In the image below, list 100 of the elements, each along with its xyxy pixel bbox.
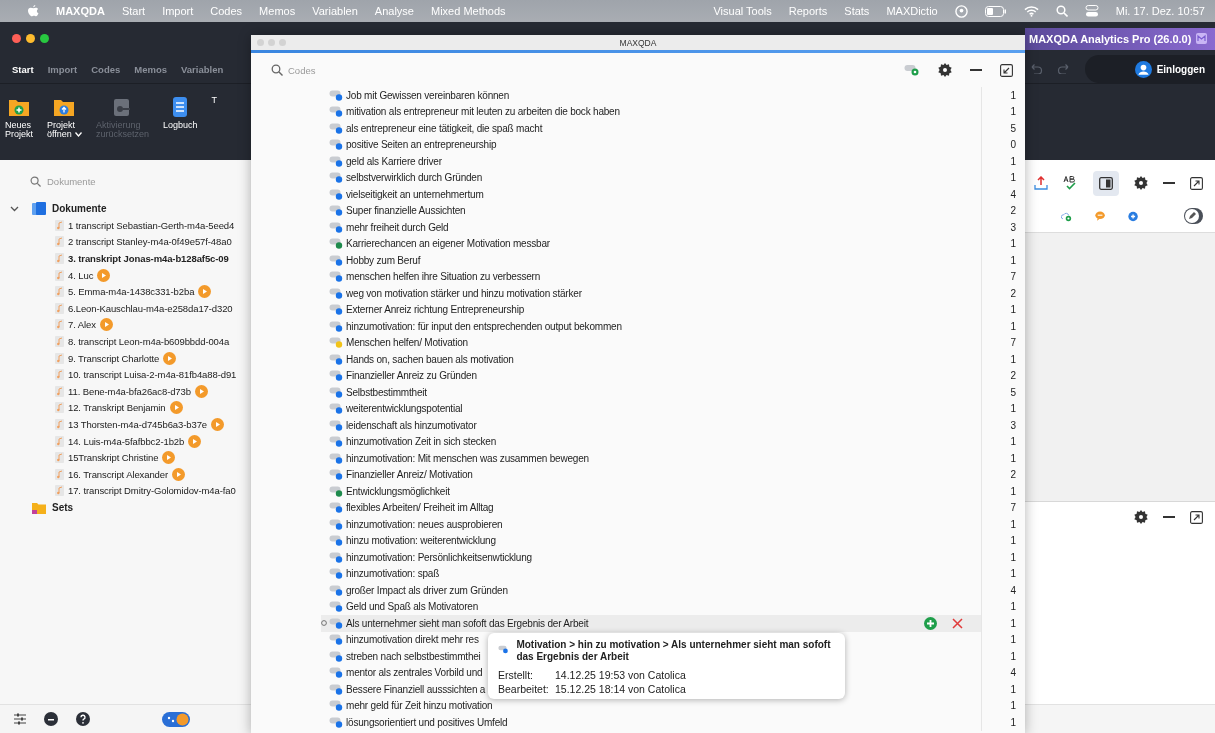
code-count: 3	[1010, 221, 1016, 233]
code-name: Hobby zum Beruf	[346, 254, 421, 266]
code-name: mitivation als entrepreneur mit leuten zu arbeiten die bock haben	[346, 106, 620, 118]
code-row[interactable]: Finanzieller Anreiz/ Motivation	[321, 466, 982, 483]
ribbon-tab[interactable]: Import	[47, 63, 78, 75]
code-row[interactable]: Entwicklungsmöglichkeit	[321, 483, 982, 500]
code-count: 1	[1010, 650, 1016, 662]
code-name: lösungsorientiert und positives Umfeld	[346, 716, 508, 728]
code-row[interactable]: hinzumotivation: spaß	[321, 565, 982, 582]
code-name: Selbstbestimmtheit	[346, 386, 427, 398]
code-name: vielseitigkeit an unternehmertum	[346, 188, 484, 200]
document-item[interactable]: 9. Transcript Charlotte	[68, 352, 160, 364]
tree-item[interactable]: Sets	[52, 502, 74, 514]
document-item[interactable]: 1 transcript Sebastian-Gerth-m4a-5eed4	[68, 219, 235, 231]
search-field[interactable]: Codes	[288, 64, 438, 76]
ribbon-tab[interactable]: Start	[12, 63, 34, 75]
code-row[interactable]: Als unternehmer sieht man sofoft das Ergebnis der Arbeit	[321, 615, 982, 632]
code-name: weiterentwicklungspotential	[346, 403, 463, 415]
code-name: geld als Karriere driver	[346, 155, 442, 167]
code-row[interactable]: hinzu motivation: weiterentwicklung	[321, 532, 982, 549]
code-row[interactable]: selbstverwirklich durch Gründen	[321, 169, 982, 186]
document-item[interactable]: 15Transkript Christine	[68, 452, 159, 464]
code-count: 1	[1010, 353, 1016, 365]
code-row[interactable]: menschen helfen ihre Situation zu verbessern	[321, 268, 982, 285]
code-count: 2	[1010, 287, 1016, 299]
document-item[interactable]: 10. transcript Luisa-2-m4a-81fb4a88-d91	[68, 369, 237, 381]
code-name: hinzumotivation direkt mehr res	[346, 634, 479, 646]
code-row[interactable]: als entrepreneur eine tätigkeit, die spaß macht	[321, 120, 982, 137]
ribbon-tab[interactable]: Variablen	[181, 63, 224, 75]
code-row[interactable]: leidenschaft als hinzumotivator	[321, 417, 982, 434]
ribbon-tab[interactable]: Codes	[91, 63, 121, 75]
code-count: 0	[1010, 139, 1016, 151]
ribbon-button[interactable]: Logbuch	[160, 96, 200, 131]
code-count: 5	[1010, 122, 1016, 134]
code-name: Externer Anreiz richtung Entrepreneurship	[346, 304, 524, 316]
code-name: Entwicklungsmöglichkeit	[346, 485, 450, 497]
code-row[interactable]: weg von motivation stärker und hinzu motivation stärker	[321, 285, 982, 302]
code-name: Job mit Gewissen vereinbaren können	[346, 89, 510, 101]
tooltip-label: Erstellt:	[498, 669, 534, 681]
code-row[interactable]: Super finanzielle Aussichten	[321, 202, 982, 219]
code-count: 1	[1010, 403, 1016, 415]
code-row[interactable]: hinzumotivation: neues ausprobieren	[321, 516, 982, 533]
code-name: Bessere Finanziell ausssichten a	[346, 683, 486, 695]
code-row[interactable]: großer Impact als driver zum Gründen	[321, 582, 982, 599]
ribbon-tab[interactable]: Memos	[134, 63, 167, 75]
code-count: 1	[1010, 700, 1016, 712]
code-row[interactable]: Hobby zum Beruf	[321, 252, 982, 269]
code-count: 1	[1010, 452, 1016, 464]
code-count: 1	[1010, 568, 1016, 580]
code-row[interactable]: Job mit Gewissen vereinbaren können	[321, 87, 982, 104]
tree-item[interactable]: Dokumente	[52, 203, 107, 214]
code-row[interactable]: geld als Karriere driver	[321, 153, 982, 170]
code-row[interactable]: Selbstbestimmtheit	[321, 384, 982, 401]
code-row[interactable]: hinzumotivation Zeit in sich stecken	[321, 433, 982, 450]
document-item[interactable]: 5. Emma-m4a-1438c331-b2ba	[68, 286, 195, 298]
code-row[interactable]: lösungsorientiert und positives Umfeld	[321, 714, 982, 731]
code-row[interactable]: Hands on, sachen bauen als motivation	[321, 351, 982, 368]
ribbon-button[interactable]: T	[209, 96, 219, 106]
code-name: mentor als zentrales Vorbild und	[346, 667, 483, 679]
code-name: großer Impact als driver zum Gründen	[346, 584, 508, 596]
document-item[interactable]: 7. Alex	[68, 319, 96, 331]
document-item[interactable]: 8. transcript Leon-m4a-b609bbdd-004a	[68, 335, 230, 347]
code-row[interactable]: hinzumotivation: Mit menschen was zusammen bewegen	[321, 450, 982, 467]
document-item[interactable]: 11. Bene-m4a-bfa26ac8-d73b	[68, 385, 191, 397]
code-count: 1	[1010, 535, 1016, 547]
code-row[interactable]: Finanzieller Anreiz zu Gründen	[321, 367, 982, 384]
code-name: hinzumotivation: neues ausprobieren	[346, 518, 503, 530]
window-title: MAXQDA	[619, 37, 657, 48]
document-item[interactable]: 14. Luis-m4a-5fafbbc2-1b2b	[68, 435, 185, 447]
search-field[interactable]: Dokumente	[47, 175, 197, 187]
code-row[interactable]: Menschen helfen/ Motivation	[321, 334, 982, 351]
code-row[interactable]: hinzumotivation: Persönlichkeitsenwticklung	[321, 549, 982, 566]
code-row[interactable]: mitivation als entrepreneur mit leuten zu arbeiten die bock haben	[321, 103, 982, 120]
ribbon-button[interactable]: Neues Projekt	[3, 96, 35, 140]
document-item[interactable]: 13 Thorsten-m4a-d745b6a3-b37e	[68, 418, 207, 430]
code-name: als entrepreneur eine tätigkeit, die spaß macht	[346, 122, 543, 134]
code-row[interactable]: Karrierechancen an eigener Motivation messbar	[321, 235, 982, 252]
code-row[interactable]: mehr freiheit durch Geld	[321, 219, 982, 236]
code-name: Geld und Spaß als Motivatoren	[346, 601, 479, 613]
code-count: 1	[1010, 436, 1016, 448]
code-row[interactable]: flexibles Arbeiten/ Freiheit im Alltag	[321, 499, 982, 516]
document-item[interactable]: 17. transcript Dmitry-Golomidov-m4a-fa0	[68, 485, 236, 497]
ribbon-button[interactable]: Projekt öffnen	[45, 96, 84, 140]
code-row[interactable]: Externer Anreiz richtung Entrepreneurship	[321, 301, 982, 318]
code-count: 5	[1010, 386, 1016, 398]
code-row[interactable]: hinzumotivation: für input den entsprechenden output bekommen	[321, 318, 982, 335]
code-count: 2	[1010, 370, 1016, 382]
code-name: Super finanzielle Aussichten	[346, 205, 466, 217]
code-count: 1	[1010, 634, 1016, 646]
code-row[interactable]: positive Seiten an entrepreneurship	[321, 136, 982, 153]
document-item[interactable]: 3. transkript Jonas-m4a-b128af5c-09	[68, 253, 229, 264]
document-item[interactable]: 6.Leon-Kauschlau-m4a-e258da17-d320	[68, 302, 233, 314]
code-name: leidenschaft als hinzumotivator	[346, 419, 477, 431]
document-item[interactable]: 2 transcript Stanley-m4a-0f49e57f-48a0	[68, 236, 232, 248]
code-row[interactable]: weiterentwicklungspotential	[321, 400, 982, 417]
code-count: 1	[1010, 551, 1016, 563]
code-row[interactable]: vielseitigkeit an unternehmertum	[321, 186, 982, 203]
document-item[interactable]: 12. Transkript Benjamin	[68, 402, 166, 414]
document-item[interactable]: 4. Luc	[68, 269, 94, 281]
document-item[interactable]: 16. Transcript Alexander	[68, 468, 169, 480]
